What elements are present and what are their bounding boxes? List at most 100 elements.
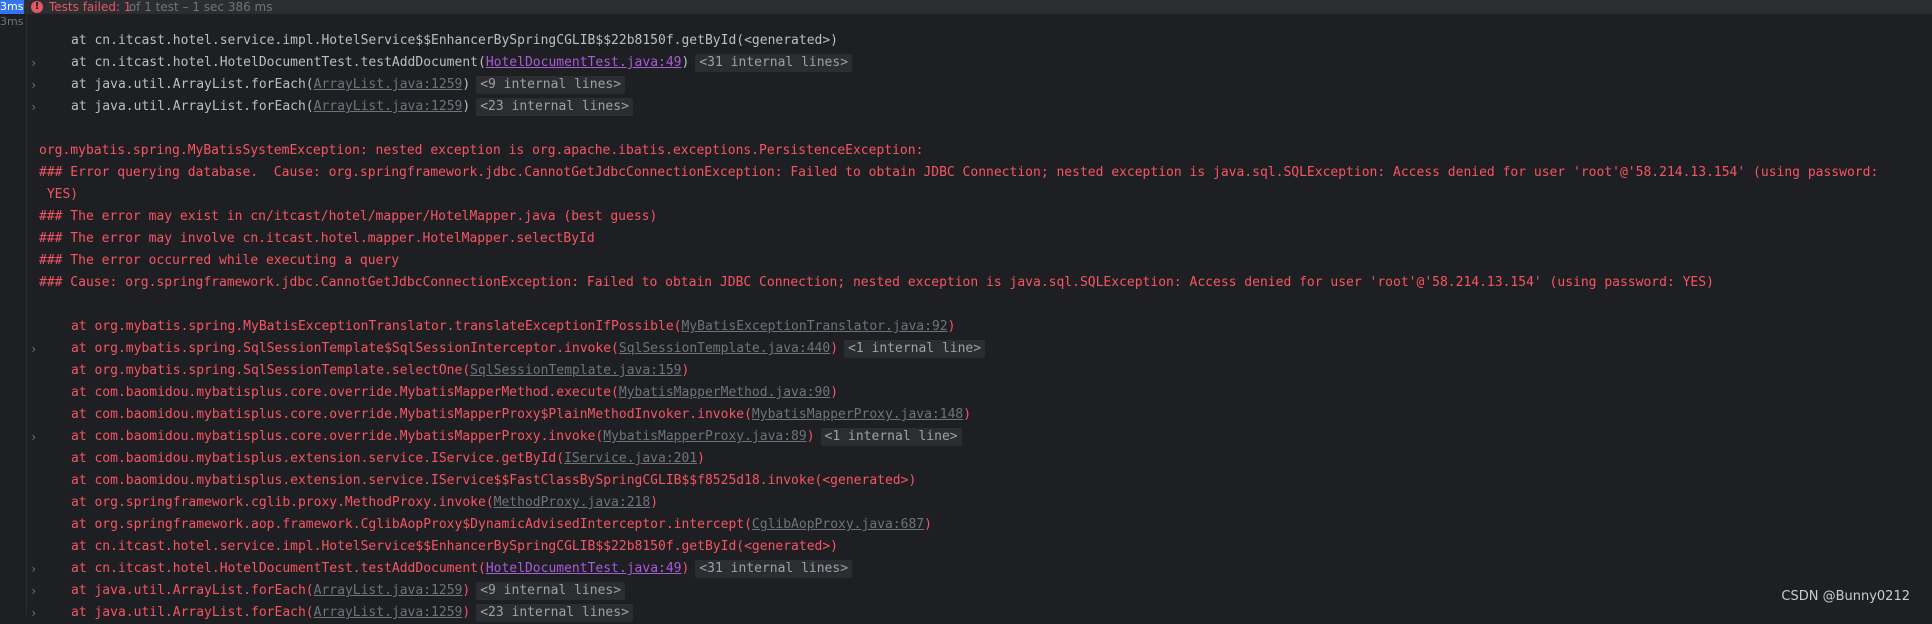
expand-chevron-icon[interactable]: › [30, 96, 37, 118]
source-link[interactable]: HotelDocumentTest.java:49 [486, 55, 682, 70]
line-text: at com.baomidou.mybatisplus.extension.se… [71, 473, 917, 488]
line-text-close: ) [830, 385, 839, 400]
line-text: ### Error querying database. Cause: org.… [39, 165, 1879, 180]
line-text: at org.springframework.cglib.proxy.Metho… [71, 495, 494, 510]
line-text: ### The error may involve cn.itcast.hote… [39, 231, 595, 246]
stack-frame-line: at com.baomidou.mybatisplus.core.overrid… [39, 382, 1929, 404]
internal-lines-badge[interactable]: <9 internal lines> [476, 582, 626, 600]
line-text: at java.util.ArrayList.forEach( [71, 77, 314, 92]
source-link[interactable]: MyBatisExceptionTranslator.java:92 [681, 319, 947, 334]
source-link[interactable]: ArrayList.java:1259 [314, 605, 463, 620]
source-link[interactable]: ArrayList.java:1259 [314, 99, 463, 114]
source-link[interactable]: ArrayList.java:1259 [314, 77, 463, 92]
console-line: org.mybatis.spring.MyBatisSystemExceptio… [39, 140, 1929, 162]
line-text-close: ) [830, 341, 839, 356]
expand-chevron-icon[interactable]: › [30, 426, 37, 448]
internal-lines-badge[interactable]: <31 internal lines> [695, 560, 853, 578]
line-text-close: ) [963, 407, 972, 422]
line-text-close: ) [697, 451, 705, 466]
test-duration-badge[interactable]: 3ms [0, 0, 24, 14]
line-text: at cn.itcast.hotel.service.impl.HotelSer… [71, 33, 839, 48]
line-text: at com.baomidou.mybatisplus.core.overrid… [71, 429, 604, 444]
source-link[interactable]: HotelDocumentTest.java:49 [486, 561, 682, 576]
stack-frame-line: › at java.util.ArrayList.forEach(ArrayLis… [30, 74, 1929, 96]
console-line: ### Cause: org.springframework.jdbc.Cann… [39, 272, 1929, 294]
line-text: ### Cause: org.springframework.jdbc.Cann… [39, 275, 1714, 290]
line-text: at org.mybatis.spring.SqlSessionTemplate… [71, 341, 619, 356]
stack-frame-line: at org.springframework.cglib.proxy.Metho… [39, 492, 1929, 514]
expand-chevron-icon[interactable]: › [30, 74, 37, 96]
line-text: org.mybatis.spring.MyBatisSystemExceptio… [39, 143, 924, 158]
line-text: at org.springframework.aop.framework.Cgl… [71, 517, 752, 532]
line-text: ### The error occurred while executing a… [39, 253, 400, 268]
expand-chevron-icon[interactable]: › [30, 558, 37, 580]
line-text-close: ) [924, 517, 932, 532]
test-status-bar: 3ms ! Tests failed: 1 of 1 test – 1 sec … [0, 0, 1932, 14]
line-text: at cn.itcast.hotel.HotelDocumentTest.tes… [71, 561, 486, 576]
source-link[interactable]: CglibAopProxy.java:687 [752, 517, 924, 532]
error-icon: ! [31, 1, 43, 13]
line-text: at org.mybatis.spring.SqlSessionTemplate… [71, 363, 471, 378]
line-text-close: ) [947, 319, 956, 334]
line-text: at cn.itcast.hotel.HotelDocumentTest.tes… [71, 55, 486, 70]
internal-lines-badge[interactable]: <23 internal lines> [476, 604, 633, 622]
stack-frame-line: at com.baomidou.mybatisplus.extension.se… [39, 448, 1929, 470]
stack-frame-line: › at cn.itcast.hotel.HotelDocumentTest.te… [30, 52, 1929, 74]
expand-chevron-icon[interactable]: › [30, 52, 37, 74]
expand-chevron-icon[interactable]: › [30, 338, 37, 360]
console-line: ### The error may involve cn.itcast.hote… [39, 228, 1929, 250]
source-link[interactable]: MybatisMapperProxy.java:148 [752, 407, 963, 422]
line-text: at java.util.ArrayList.forEach( [71, 583, 314, 598]
source-link[interactable]: MethodProxy.java:218 [494, 495, 651, 510]
line-text-close: ) [462, 77, 471, 92]
line-text-close: ) [681, 363, 690, 378]
stack-frame-line: › at org.mybatis.spring.SqlSessionTemplat… [30, 338, 1929, 360]
console-gutter [0, 14, 27, 615]
stack-frame-line: › at java.util.ArrayList.forEach(ArrayLis… [30, 602, 1929, 624]
internal-lines-badge[interactable]: <1 internal line> [844, 340, 986, 358]
stack-frame-line: › at com.baomidou.mybatisplus.core.overri… [30, 426, 1929, 448]
source-link[interactable]: ArrayList.java:1259 [314, 583, 463, 598]
line-text: at java.util.ArrayList.forEach( [71, 99, 314, 114]
line-text: ### The error may exist in cn/itcast/hot… [39, 209, 658, 224]
line-text-close: ) [650, 495, 659, 510]
line-text: YES) [39, 187, 79, 202]
tests-failed-label: Tests failed: 1 [49, 0, 132, 14]
gutter-time-label: 3ms [0, 15, 24, 28]
internal-lines-badge[interactable]: <23 internal lines> [476, 98, 633, 116]
line-text-close: ) [681, 55, 690, 70]
source-link[interactable]: MybatisMapperMethod.java:90 [619, 385, 830, 400]
stack-frame-line: at cn.itcast.hotel.service.impl.HotelSer… [39, 30, 1929, 52]
watermark: CSDN @Bunny0212 [1781, 589, 1910, 604]
line-text: at org.mybatis.spring.MyBatisExceptionTr… [71, 319, 682, 334]
tests-summary-text: of 1 test – 1 sec 386 ms [125, 0, 273, 14]
line-text: at com.baomidou.mybatisplus.core.overrid… [71, 407, 752, 422]
line-text-close: ) [806, 429, 815, 444]
stack-frame-line: at org.mybatis.spring.SqlSessionTemplate… [39, 360, 1929, 382]
source-link[interactable]: IService.java:201 [564, 451, 697, 466]
console-line: YES) [39, 184, 1929, 206]
internal-lines-badge[interactable]: <31 internal lines> [695, 54, 853, 72]
stack-frame-line: at com.baomidou.mybatisplus.extension.se… [39, 470, 1929, 492]
line-text: at java.util.ArrayList.forEach( [71, 605, 314, 620]
source-link[interactable]: SqlSessionTemplate.java:440 [619, 341, 830, 356]
stack-frame-line: at org.mybatis.spring.MyBatisExceptionTr… [39, 316, 1929, 338]
console-line: ### The error occurred while executing a… [39, 250, 1929, 272]
expand-chevron-icon[interactable]: › [30, 602, 37, 624]
stack-frame-line: › at cn.itcast.hotel.HotelDocumentTest.te… [30, 558, 1929, 580]
source-link[interactable]: MybatisMapperProxy.java:89 [603, 429, 807, 444]
source-link[interactable]: SqlSessionTemplate.java:159 [470, 363, 681, 378]
console-line: ### Error querying database. Cause: org.… [39, 162, 1929, 184]
line-text-close: ) [462, 605, 471, 620]
line-text-close: ) [681, 561, 690, 576]
expand-chevron-icon[interactable]: › [30, 580, 37, 602]
console-output[interactable]: at cn.itcast.hotel.service.impl.HotelSer… [30, 30, 1929, 624]
console-line: ### The error may exist in cn/itcast/hot… [39, 206, 1929, 228]
stack-frame-line: at cn.itcast.hotel.service.impl.HotelSer… [39, 536, 1929, 558]
line-text-close: ) [462, 99, 471, 114]
stack-frame-line: at org.springframework.aop.framework.Cgl… [39, 514, 1929, 536]
internal-lines-badge[interactable]: <1 internal line> [820, 428, 962, 446]
internal-lines-badge[interactable]: <9 internal lines> [476, 76, 626, 94]
